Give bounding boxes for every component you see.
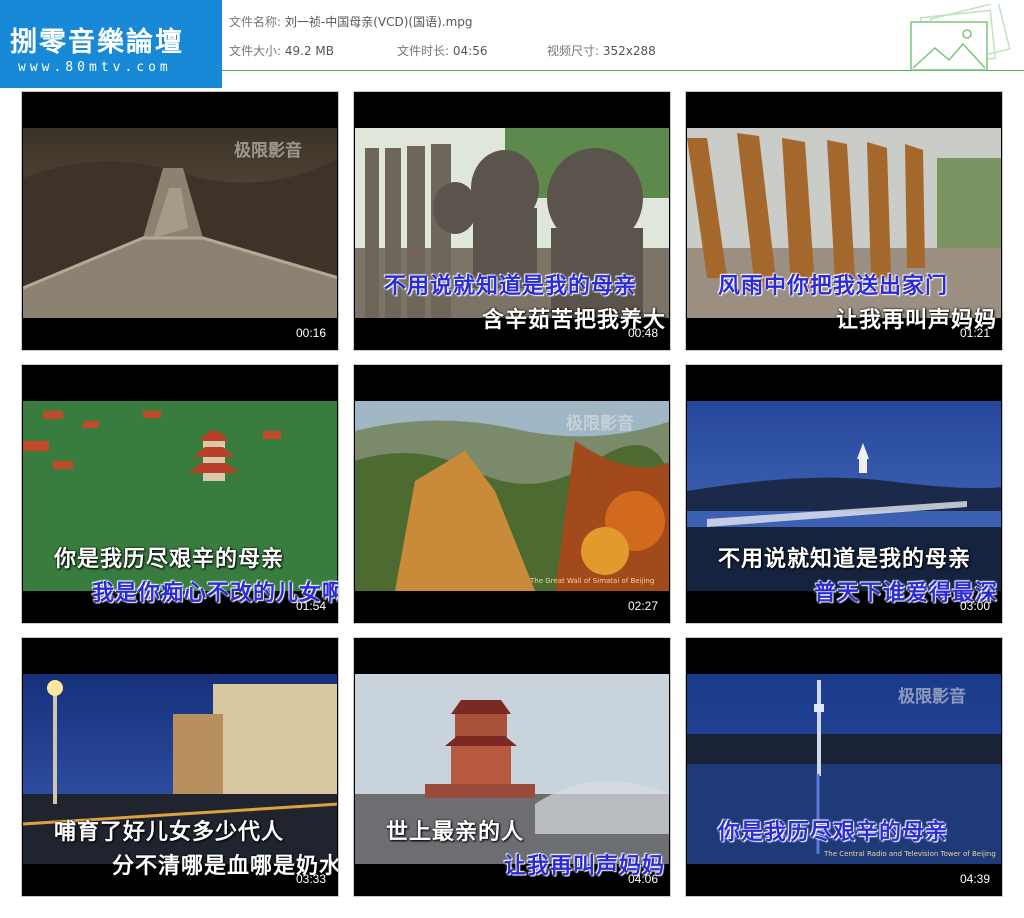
lyric-line-1: 风雨中你把我送出家门 bbox=[718, 274, 949, 299]
timestamp: 03:00 bbox=[959, 599, 990, 613]
file-size-value: 49.2 MB bbox=[284, 44, 334, 58]
watermark: 极限影音 bbox=[898, 687, 966, 707]
lyric-line-1: 世上最亲的人 bbox=[386, 820, 525, 845]
lyric-line-1: 你是我历尽艰辛的母亲 bbox=[54, 547, 285, 572]
timestamp: 01:21 bbox=[959, 326, 990, 340]
file-name-label: 文件名称: bbox=[229, 15, 282, 29]
thumbnail-6[interactable]: 不用说就知道是我的母亲 普天下谁爱得最深 03:00 bbox=[685, 364, 1003, 624]
watermark: 极限影音 bbox=[566, 414, 634, 434]
site-logo: 捌零音樂論壇 www.80mtv.com bbox=[0, 0, 222, 88]
video-size-row: 视频尺寸: 352x288 bbox=[547, 42, 656, 59]
lyric-line-1: 不用说就知道是我的母亲 bbox=[718, 547, 972, 572]
file-size-label: 文件大小: bbox=[229, 44, 282, 58]
watermark: 极限影音 bbox=[234, 141, 302, 161]
thumbnail-5[interactable]: 极限影音 The Great Wall of Simatai of Beijin… bbox=[353, 364, 671, 624]
logo-title: 捌零音樂論壇 bbox=[10, 27, 184, 58]
picture-gallery-icon bbox=[910, 4, 1011, 71]
timestamp: 00:16 bbox=[295, 326, 326, 340]
thumbnail-2[interactable]: 不用说就知道是我的母亲 含辛茹苦把我养大 00:48 bbox=[353, 91, 671, 351]
logo-url: www.80mtv.com bbox=[18, 60, 172, 75]
timestamp: 02:27 bbox=[627, 599, 658, 613]
timestamp: 01:54 bbox=[295, 599, 326, 613]
video-size-label: 视频尺寸: bbox=[547, 44, 600, 58]
timestamp: 04:39 bbox=[959, 872, 990, 886]
thumbnail-9[interactable]: 极限影音 你是我历尽艰辛的母亲 The Central Radio and Te… bbox=[685, 637, 1003, 897]
file-size-row: 文件大小: 49.2 MB bbox=[229, 42, 334, 59]
file-name-row: 文件名称: 刘一祯-中国母亲(VCD)(国语).mpg bbox=[229, 13, 473, 30]
timestamp: 00:48 bbox=[627, 326, 658, 340]
file-name-value: 刘一祯-中国母亲(VCD)(国语).mpg bbox=[284, 15, 473, 29]
thumbnail-8[interactable]: 世上最亲的人 让我再叫声妈妈 04:06 bbox=[353, 637, 671, 897]
thumbnail-3[interactable]: 风雨中你把我送出家门 让我再叫声妈妈 01:21 bbox=[685, 91, 1003, 351]
thumbnail-4[interactable]: 你是我历尽艰辛的母亲 我是你痴心不改的儿女啊 01:54 bbox=[21, 364, 339, 624]
header-divider bbox=[222, 70, 1024, 71]
scene-caption: The Central Radio and Television Tower o… bbox=[824, 850, 996, 858]
file-duration-value: 04:56 bbox=[452, 44, 488, 58]
file-duration-label: 文件时长: bbox=[397, 44, 450, 58]
thumbnail-1[interactable]: 极限影音 00:16 bbox=[21, 91, 339, 351]
timestamp: 04:06 bbox=[627, 872, 658, 886]
lyric-line-1: 不用说就知道是我的母亲 bbox=[384, 274, 638, 299]
scene-caption: The Great Wall of Simatai of Beijing bbox=[530, 577, 655, 585]
timestamp: 03:33 bbox=[295, 872, 326, 886]
lyric-line-1: 你是我历尽艰辛的母亲 bbox=[718, 820, 949, 845]
lyric-line-1: 哺育了好儿女多少代人 bbox=[54, 820, 285, 845]
file-duration-row: 文件时长: 04:56 bbox=[397, 42, 487, 59]
video-size-value: 352x288 bbox=[602, 44, 656, 58]
thumbnail-7[interactable]: 哺育了好儿女多少代人 分不清哪是血哪是奶水 03:33 bbox=[21, 637, 339, 897]
